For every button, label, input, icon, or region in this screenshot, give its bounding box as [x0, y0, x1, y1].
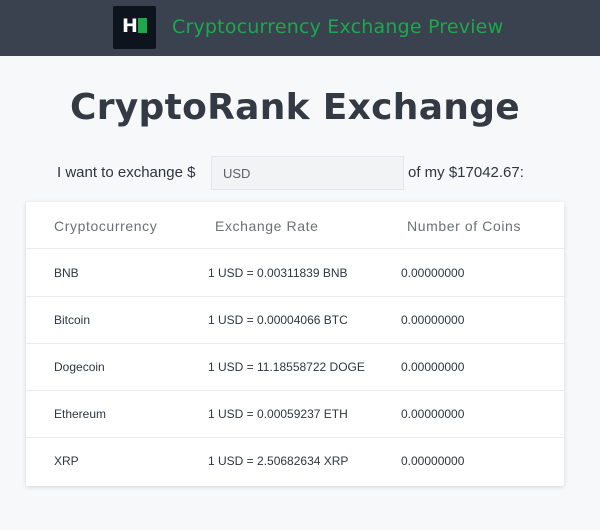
table-row: Dogecoin 1 USD = 11.18558722 DOGE 0.0000… [26, 344, 564, 391]
number-of-coins: 0.00000000 [401, 313, 465, 327]
amount-input[interactable] [211, 156, 404, 190]
crypto-name: Dogecoin [54, 360, 105, 374]
crypto-name: XRP [54, 454, 79, 468]
number-of-coins: 0.00000000 [401, 454, 465, 468]
top-bar: H Cryptocurrency Exchange Preview [0, 0, 600, 56]
exchange-rate: 1 USD = 0.00311839 BNB [208, 266, 348, 280]
column-header-number-of-coins: Number of Coins [407, 218, 522, 234]
column-header-cryptocurrency: Cryptocurrency [54, 218, 158, 234]
number-of-coins: 0.00000000 [401, 407, 465, 421]
exchange-rate: 1 USD = 11.18558722 DOGE [208, 360, 365, 374]
exchange-suffix-label: of my $17042.67: [408, 164, 524, 181]
exchange-rate: 1 USD = 0.00004066 BTC [208, 313, 348, 327]
table-header: Cryptocurrency Exchange Rate Number of C… [26, 202, 564, 249]
table-row: XRP 1 USD = 2.50682634 XRP 0.00000000 [26, 438, 564, 485]
page-title: CryptoRank Exchange [69, 87, 521, 128]
hackerrank-logo-icon: H [113, 6, 156, 49]
table-row: Ethereum 1 USD = 0.00059237 ETH 0.000000… [26, 391, 564, 438]
exchange-rate: 1 USD = 2.50682634 XRP [208, 454, 349, 468]
column-header-exchange-rate: Exchange Rate [215, 218, 319, 234]
app-title: Cryptocurrency Exchange Preview [172, 16, 504, 38]
logo-green-square [138, 18, 147, 33]
table-row: Bitcoin 1 USD = 0.00004066 BTC 0.0000000… [26, 297, 564, 344]
logo-letter: H [122, 15, 138, 37]
crypto-name: Bitcoin [54, 313, 91, 327]
crypto-name: Ethereum [54, 407, 107, 421]
exchange-row: I want to exchange $ of my $17042.67: [0, 156, 600, 190]
crypto-name: BNB [54, 266, 79, 280]
number-of-coins: 0.00000000 [401, 266, 465, 280]
number-of-coins: 0.00000000 [401, 360, 465, 374]
exchange-table: Cryptocurrency Exchange Rate Number of C… [26, 202, 564, 486]
exchange-prefix-label: I want to exchange $ [57, 164, 196, 181]
table-row: BNB 1 USD = 0.00311839 BNB 0.00000000 [26, 250, 564, 297]
exchange-rate: 1 USD = 0.00059237 ETH [208, 407, 348, 421]
